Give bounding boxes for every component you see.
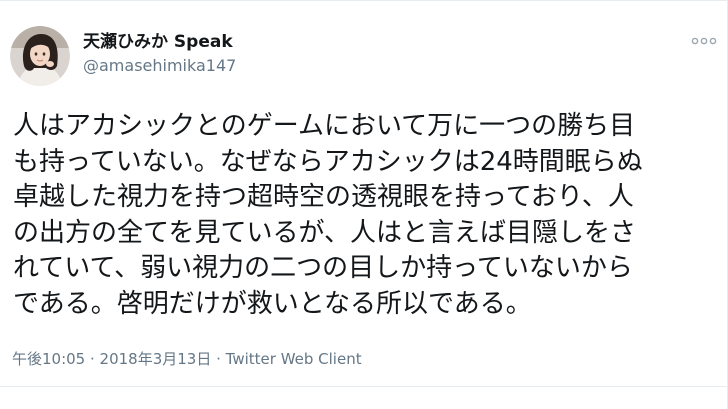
tweet-text-line: である。啓明だけが救いとなる所以である。 bbox=[13, 288, 532, 319]
tweet-text-line: 人はアカシックとのゲームにおいて万に一つの勝ち目 bbox=[13, 111, 636, 141]
more-dots-icon bbox=[691, 37, 717, 45]
tweet-text-line: 卓越した視力を持つ超時空の透視眼を持っており、人 bbox=[13, 182, 634, 212]
tweet-text-line: れていて、弱い視力の二つの目しか持っていないから bbox=[13, 253, 633, 283]
avatar[interactable] bbox=[10, 26, 70, 86]
tweet-source-link[interactable]: Twitter Web Client bbox=[226, 350, 362, 368]
tweet-meta: 午後10:05 · 2018年3月13日 · Twitter Web Clien… bbox=[12, 349, 362, 369]
user-handle[interactable]: @amasehimika147 bbox=[83, 56, 236, 76]
tweet-card: 天瀬ひみか Speak @amasehimika147 人はアカシックとのゲーム… bbox=[0, 0, 728, 409]
tweet-text-line: も持っていない。なぜならアカシックは24時間眠らぬ bbox=[13, 146, 643, 177]
meta-separator: · bbox=[211, 350, 226, 368]
tweet-text: 人はアカシックとのゲームにおいて万に一つの勝ち目 も持っていない。なぜならアカシ… bbox=[13, 109, 713, 322]
tweet-text-line: の出方の全てを見ているが、人はと言えば目隠しをさ bbox=[13, 217, 636, 248]
tweet-timestamp[interactable]: 午後10:05 · 2018年3月13日 bbox=[12, 350, 211, 368]
avatar-image bbox=[10, 26, 70, 86]
more-button[interactable] bbox=[690, 31, 718, 51]
divider bbox=[0, 386, 728, 387]
display-name[interactable]: 天瀬ひみか Speak bbox=[83, 32, 233, 52]
